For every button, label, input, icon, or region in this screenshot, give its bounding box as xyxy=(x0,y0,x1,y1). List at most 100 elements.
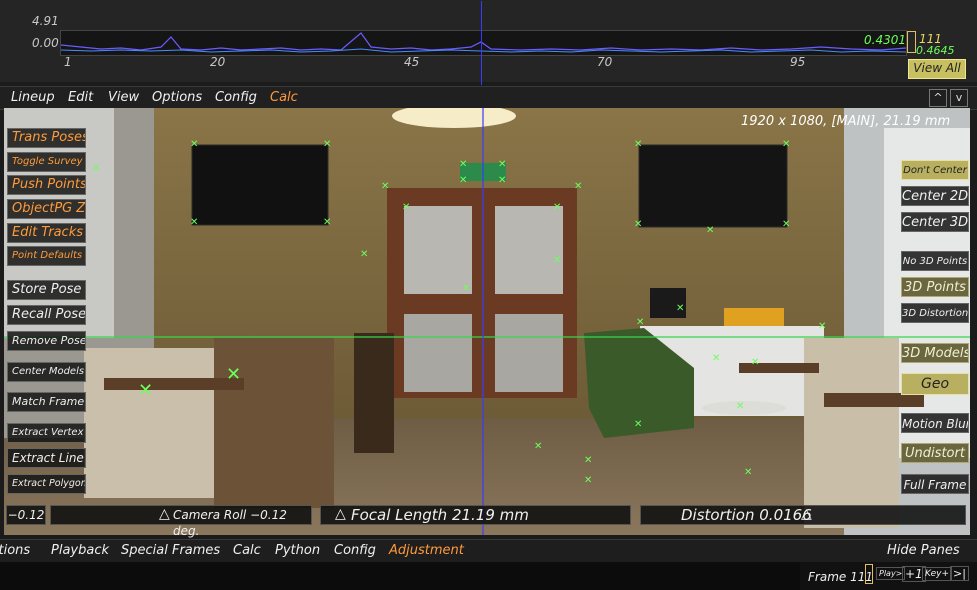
graph-frame-cursor xyxy=(481,1,482,85)
graph-value-green2: 0.4645 xyxy=(916,44,955,57)
menu-options-bottom[interactable]: Options xyxy=(0,543,30,558)
menu-options[interactable]: Options xyxy=(152,90,202,105)
camera-viewport[interactable]: ✕ ✕ ✕ ✕ ✕ ✕ ✕ ✕ ✕ ✕ ✕ ✕ ✕ ✕ ✕ ✕ ✕ ✕ ✕ ✕ … xyxy=(4,108,970,535)
toggle-survey-button[interactable]: Toggle Survey xyxy=(7,152,86,172)
dont-center-button[interactable]: Don't Center xyxy=(901,160,969,180)
graph-y-min-label: 0.00 xyxy=(32,36,59,50)
distortion-label: Distortion 0.0166 xyxy=(681,506,812,524)
tracker-marker[interactable]: ✕ xyxy=(92,164,100,174)
resolution-label: 1920 x 1080, [MAIN], 21.19 mm xyxy=(741,114,951,129)
tracker-marker[interactable]: ✕ xyxy=(534,442,542,452)
camera-roll-slider[interactable]: Camera Roll −0.12 deg. △ xyxy=(50,505,312,538)
tracker-marker[interactable]: ✕ xyxy=(553,256,561,266)
tracker-marker[interactable]: ✕ xyxy=(634,220,642,230)
curve-graph-panel[interactable]: 4.91 0.00 1 20 45 70 95 0.4301 111 0.464… xyxy=(0,0,977,85)
menu-edit[interactable]: Edit xyxy=(68,90,93,105)
tracker-marker[interactable]: ✕ xyxy=(323,140,331,150)
tracker-marker[interactable]: ✕ xyxy=(190,218,198,228)
tracker-marker[interactable]: ✕ xyxy=(782,140,790,150)
geo-button[interactable]: Geo xyxy=(901,373,969,395)
tracker-marker[interactable]: ✕ xyxy=(138,382,153,400)
tracker-marker[interactable]: ✕ xyxy=(634,140,642,150)
menu-view[interactable]: View xyxy=(108,90,139,105)
chevron-up-icon[interactable]: ^ xyxy=(929,89,947,107)
undistort-button[interactable]: Undistort xyxy=(901,443,969,463)
menu-playback[interactable]: Playback xyxy=(51,543,109,558)
focal-length-slider[interactable]: Focal Length 21.19 mm △ xyxy=(320,505,631,525)
tracker-marker[interactable]: ✕ xyxy=(402,203,410,213)
tracker-marker[interactable]: ✕ xyxy=(381,182,389,192)
menu-special-frames[interactable]: Special Frames xyxy=(121,543,220,558)
timeline-bar[interactable]: Frame 111 Play> +1 Key+ >| xyxy=(0,562,977,590)
menu-config-bottom[interactable]: Config xyxy=(334,543,376,558)
tracker-marker[interactable]: ✕ xyxy=(744,468,752,478)
graph-x-tick: 1 xyxy=(64,55,72,69)
tracker-marker[interactable]: ✕ xyxy=(818,322,826,332)
tracker-marker[interactable]: ✕ xyxy=(459,176,467,186)
hide-panes-button[interactable]: Hide Panes xyxy=(887,543,960,558)
menu-adjustment[interactable]: Adjustment xyxy=(389,543,464,558)
tracker-marker[interactable]: ✕ xyxy=(574,182,582,192)
tracker-marker[interactable]: ✕ xyxy=(462,284,470,294)
3d-models-button[interactable]: 3D Models xyxy=(901,343,969,363)
chevron-down-icon[interactable]: v xyxy=(950,89,968,107)
tracker-marker[interactable]: ✕ xyxy=(459,160,467,170)
tracker-marker[interactable]: ✕ xyxy=(323,218,331,228)
3d-points-button[interactable]: 3D Points xyxy=(901,277,969,297)
tracker-marker[interactable]: ✕ xyxy=(782,220,790,230)
distortion-slider[interactable]: Distortion 0.0166 △ xyxy=(640,505,966,525)
trans-poses-button[interactable]: Trans Poses xyxy=(7,128,86,148)
extract-line-button[interactable]: Extract Line xyxy=(7,448,86,468)
tracker-marker[interactable]: ✕ xyxy=(751,358,759,368)
motion-blur-button[interactable]: Motion Blur xyxy=(901,413,969,433)
tracker-marker[interactable]: ✕ xyxy=(190,140,198,150)
menu-calc[interactable]: Calc xyxy=(270,90,298,105)
frame-marker xyxy=(865,564,873,584)
main-menu-bar: Lineup Edit View Options Config Calc ^ v xyxy=(0,86,977,110)
edit-tracks-button[interactable]: Edit Tracks xyxy=(7,223,86,243)
objectpg-z-button[interactable]: ObjectPG Z xyxy=(7,199,86,219)
view-all-button[interactable]: View All xyxy=(908,59,966,79)
tracker-marker[interactable]: ✕ xyxy=(498,176,506,186)
center-models-button[interactable]: Center Models xyxy=(7,362,86,382)
match-frame-button[interactable]: Match Frame xyxy=(7,392,86,412)
extract-vertex-button[interactable]: Extract Vertex xyxy=(7,423,86,443)
tracker-marker[interactable]: ✕ xyxy=(634,420,642,430)
tracker-marker[interactable]: ✕ xyxy=(676,304,684,314)
menu-config[interactable]: Config xyxy=(215,90,257,105)
tracker-marker[interactable]: ✕ xyxy=(360,250,368,260)
point-defaults-button[interactable]: Point Defaults xyxy=(7,246,86,266)
frame-number-label: Frame 111 xyxy=(808,570,873,584)
play-button[interactable]: Play> xyxy=(876,567,906,580)
tracker-marker[interactable]: ✕ xyxy=(706,226,714,236)
graph-x-tick: 95 xyxy=(790,55,806,69)
3d-distortion-button[interactable]: 3D Distortion xyxy=(901,303,969,323)
menu-python[interactable]: Python xyxy=(275,543,320,558)
key-plus-button[interactable]: Key+ xyxy=(922,567,952,581)
error-curve xyxy=(61,32,906,53)
menu-lineup[interactable]: Lineup xyxy=(11,90,55,105)
focal-length-label: Focal Length 21.19 mm xyxy=(351,506,529,524)
tracker-marker[interactable]: ✕ xyxy=(584,456,592,466)
tracker-marker[interactable]: ✕ xyxy=(226,366,241,384)
tracker-marker[interactable]: ✕ xyxy=(636,318,644,328)
extract-polygon-button[interactable]: Extract Polygon xyxy=(7,474,86,494)
tracker-marker[interactable]: ✕ xyxy=(498,160,506,170)
center-3d-button[interactable]: Center 3D xyxy=(901,212,969,232)
center-2d-button[interactable]: Center 2D xyxy=(901,186,969,206)
roll-value-field[interactable]: −0.12 xyxy=(6,505,46,525)
push-points-button[interactable]: Push Points xyxy=(7,175,86,195)
recall-pose-button[interactable]: Recall Pose xyxy=(7,305,86,325)
menu-calc-bottom[interactable]: Calc xyxy=(233,543,261,558)
tracker-marker[interactable]: ✕ xyxy=(584,476,592,486)
tracker-marker[interactable]: ✕ xyxy=(736,402,744,412)
graph-plot-area[interactable] xyxy=(60,1,907,85)
remove-pose-button[interactable]: Remove Pose xyxy=(7,331,86,351)
tracker-marker[interactable]: ✕ xyxy=(553,203,561,213)
timeline-track[interactable] xyxy=(0,562,800,590)
store-pose-button[interactable]: Store Pose xyxy=(7,280,86,300)
no-3d-points-button[interactable]: No 3D Points xyxy=(901,251,969,271)
tracker-marker[interactable]: ✕ xyxy=(712,354,720,364)
go-to-end-button[interactable]: >| xyxy=(950,566,969,581)
full-frame-button[interactable]: Full Frame xyxy=(901,474,969,494)
